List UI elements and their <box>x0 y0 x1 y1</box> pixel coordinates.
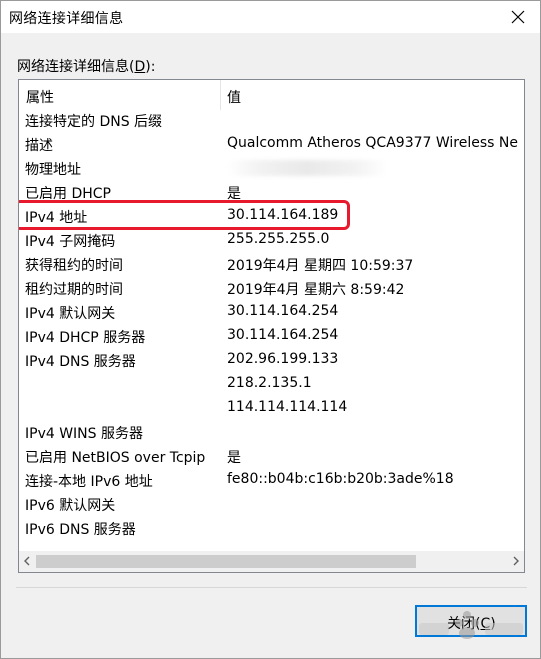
row-property: IPv6 DNS 服务器 <box>25 522 136 538</box>
row-property: 描述 <box>25 138 53 154</box>
footer-divider <box>16 587 527 588</box>
close-button-label-prefix: 关闭( <box>447 616 481 632</box>
row-property: IPv4 WINS 服务器 <box>25 426 143 442</box>
row-property: IPv6 默认网关 <box>25 498 116 514</box>
close-button-label-mnemonic: C <box>480 616 491 632</box>
table-row[interactable]: IPv4 子网掩码 255.255.255.0 <box>19 228 524 252</box>
table-row[interactable]: 已启用 DHCP 是 <box>19 180 524 204</box>
row-property: IPv4 DHCP 服务器 <box>25 330 146 346</box>
close-button-label: 关闭(C) <box>447 613 496 633</box>
row-property: 连接-本地 IPv6 地址 <box>25 474 153 490</box>
details-list[interactable]: 属性 值 连接特定的 DNS 后缀 描述 Qualcomm Atheros QCA9… <box>18 79 525 573</box>
row-value: fe80::b04b:c16b:b20b:3ade%18 <box>227 471 454 487</box>
chevron-right-icon[interactable] <box>511 556 521 566</box>
column-header-value[interactable]: 值 <box>227 87 241 107</box>
details-label-prefix: 网络连接详细信息( <box>17 59 135 75</box>
table-row[interactable]: 114.114.114.114 <box>19 396 524 420</box>
table-row[interactable]: 描述 Qualcomm Atheros QCA9377 Wireless Ne <box>19 132 524 156</box>
row-value: 是 <box>227 186 241 202</box>
row-property: 连接特定的 DNS 后缀 <box>25 114 163 130</box>
row-value: 255.255.255.0 <box>227 231 330 247</box>
row-value: 2019年4月 星期六 8:59:42 <box>227 282 405 298</box>
table-row[interactable]: IPv4 DHCP 服务器 30.114.164.254 <box>19 324 524 348</box>
obscured-value <box>227 160 387 176</box>
table-row[interactable]: 物理地址 <box>19 156 524 180</box>
close-button-label-suffix: ) <box>490 616 496 632</box>
table-row[interactable]: 连接-本地 IPv6 地址 fe80::b04b:c16b:b20b:3ade%1… <box>19 468 524 492</box>
row-property: IPv4 默认网关 <box>25 306 116 322</box>
row-property: IPv4 地址 <box>25 210 88 226</box>
row-property: IPv4 DNS 服务器 <box>25 354 136 370</box>
table-row[interactable]: 获得租约的时间 2019年4月 星期四 10:59:37 <box>19 252 524 276</box>
table-row[interactable]: IPv6 默认网关 <box>19 492 524 516</box>
table-row[interactable]: IPv4 默认网关 30.114.164.254 <box>19 300 524 324</box>
table-row[interactable]: IPv4 地址 30.114.164.189 <box>19 204 524 228</box>
row-value: 218.2.135.1 <box>227 375 312 391</box>
table-row[interactable]: IPv6 DNS 服务器 <box>19 516 524 540</box>
row-property: 租约过期的时间 <box>25 282 123 298</box>
list-header: 属性 值 <box>19 80 524 110</box>
details-label-suffix: ): <box>145 59 156 75</box>
row-property: 已启用 DHCP <box>25 186 111 202</box>
row-property: 物理地址 <box>25 162 81 178</box>
horizontal-scrollbar[interactable] <box>19 551 524 572</box>
row-property: IPv4 子网掩码 <box>25 234 116 250</box>
table-row[interactable]: IPv4 DNS 服务器 202.96.199.133 <box>19 348 524 372</box>
column-divider[interactable] <box>220 80 221 110</box>
close-button[interactable]: 关闭(C) <box>415 605 527 637</box>
table-row[interactable]: 租约过期的时间 2019年4月 星期六 8:59:42 <box>19 276 524 300</box>
column-header-property[interactable]: 属性 <box>26 87 54 107</box>
row-value: 30.114.164.254 <box>227 327 339 343</box>
row-value: 202.96.199.133 <box>227 351 339 367</box>
chevron-left-icon[interactable] <box>22 556 32 566</box>
row-value: Qualcomm Atheros QCA9377 Wireless Ne <box>227 135 518 151</box>
title-bar: 网络连接详细信息 <box>1 1 540 34</box>
scrollbar-thumb[interactable] <box>36 555 416 568</box>
details-label-mnemonic: D <box>134 59 146 75</box>
row-value: 30.114.164.189 <box>227 207 339 223</box>
row-property: 获得租约的时间 <box>25 258 123 274</box>
details-label: 网络连接详细信息(D): <box>17 56 155 76</box>
table-row[interactable]: 连接特定的 DNS 后缀 <box>19 108 524 132</box>
row-property: 已启用 NetBIOS over Tcpip <box>25 450 206 466</box>
table-row[interactable]: 已启用 NetBIOS over Tcpip 是 <box>19 444 524 468</box>
list-rows: 连接特定的 DNS 后缀 描述 Qualcomm Atheros QCA9377 W… <box>19 108 524 540</box>
table-row[interactable]: 218.2.135.1 <box>19 372 524 396</box>
row-value: 2019年4月 星期四 10:59:37 <box>227 258 414 274</box>
row-value: 30.114.164.254 <box>227 303 339 319</box>
network-details-dialog: 网络连接详细信息 网络连接详细信息(D): 属性 值 连接特定的 DNS 后缀描… <box>0 0 541 659</box>
row-value: 114.114.114.114 <box>227 399 348 415</box>
table-row[interactable]: IPv4 WINS 服务器 <box>19 420 524 444</box>
close-icon[interactable] <box>508 7 528 27</box>
window-title: 网络连接详细信息 <box>9 11 124 27</box>
row-value: 是 <box>227 450 241 466</box>
